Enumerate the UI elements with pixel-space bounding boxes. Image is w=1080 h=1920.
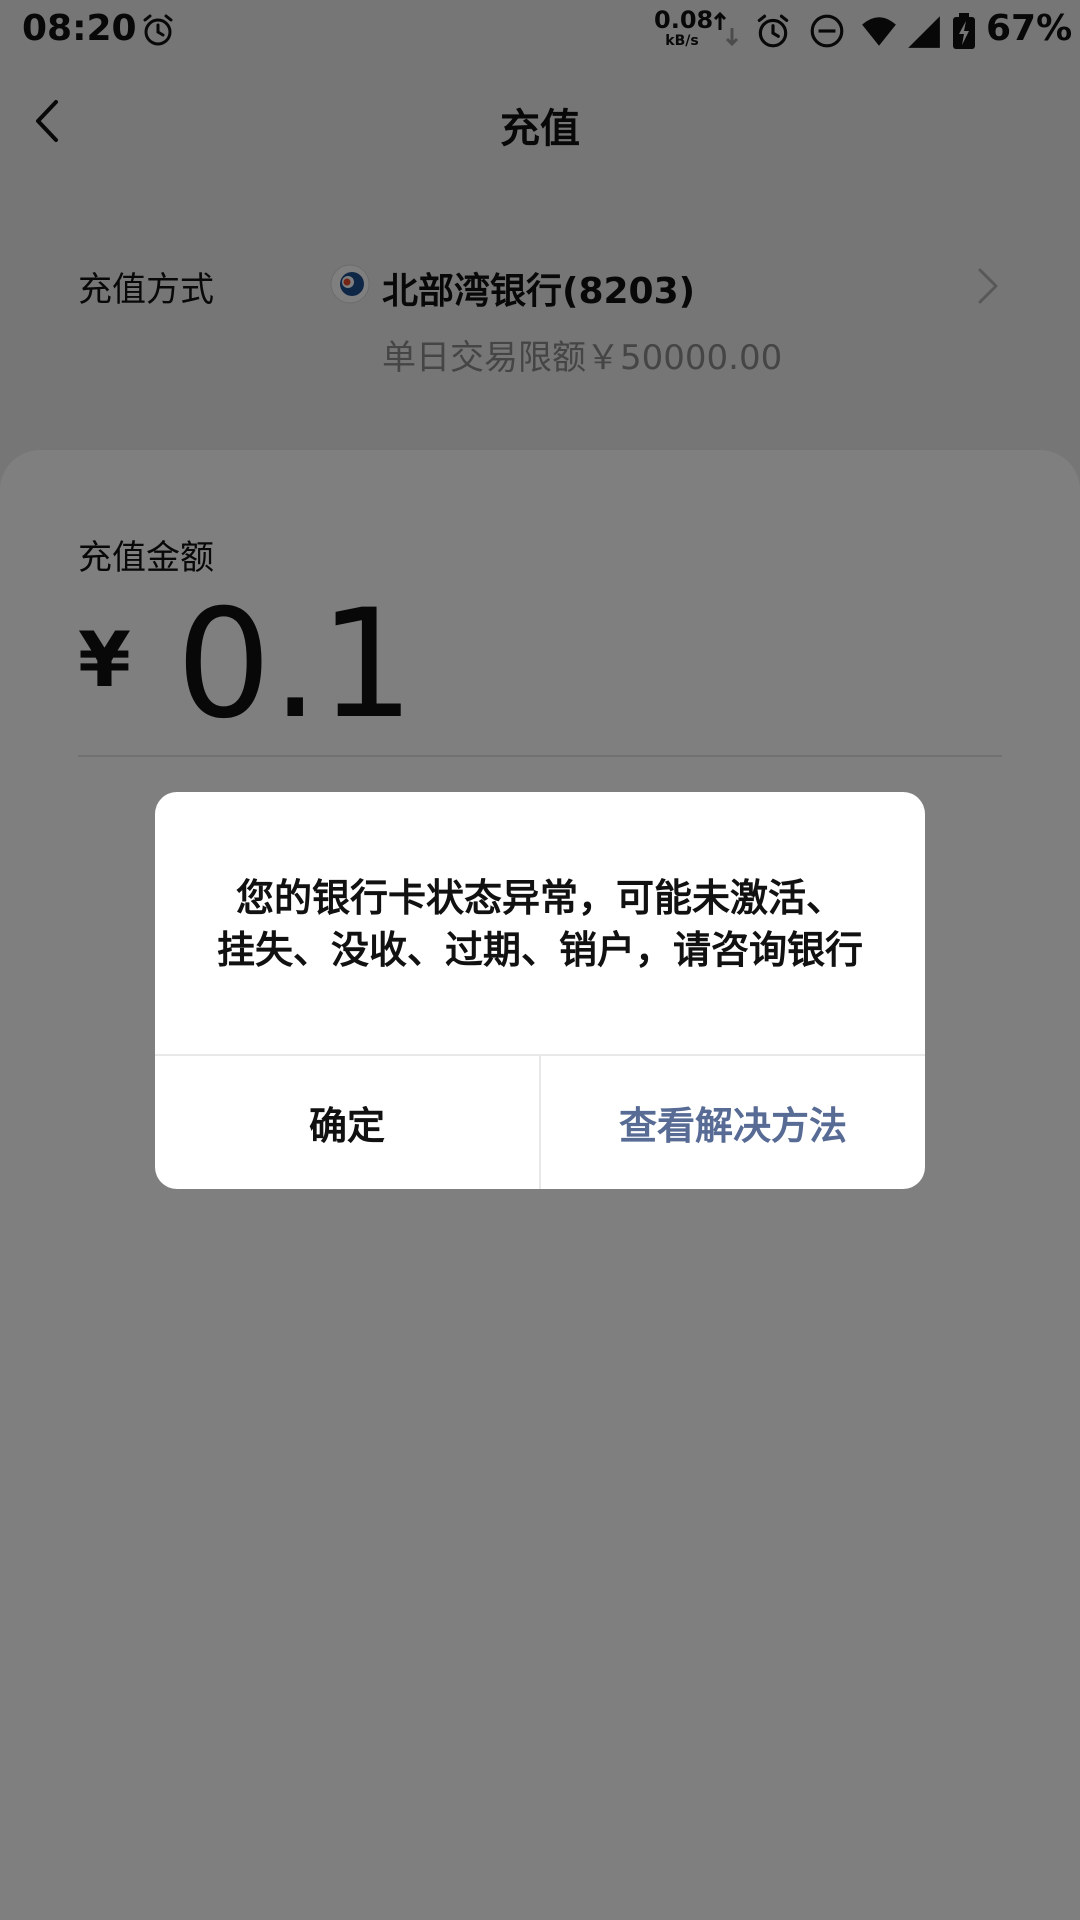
error-dialog: 您的银行卡状态异常，可能未激活、 挂失、没收、过期、销户，请咨询银行 确定 查看… bbox=[155, 792, 925, 1189]
dialog-message-line-1: 您的银行卡状态异常，可能未激活、 bbox=[235, 876, 844, 920]
confirm-button[interactable]: 确定 bbox=[155, 1056, 539, 1189]
view-solution-button[interactable]: 查看解决方法 bbox=[541, 1056, 925, 1189]
recharge-screen: 08:20 0.08 kB/s bbox=[0, 0, 1080, 1920]
dialog-message-line-2: 挂失、没收、过期、销户，请咨询银行 bbox=[216, 928, 863, 972]
dialog-message: 您的银行卡状态异常，可能未激活、 挂失、没收、过期、销户，请咨询银行 bbox=[195, 872, 885, 976]
